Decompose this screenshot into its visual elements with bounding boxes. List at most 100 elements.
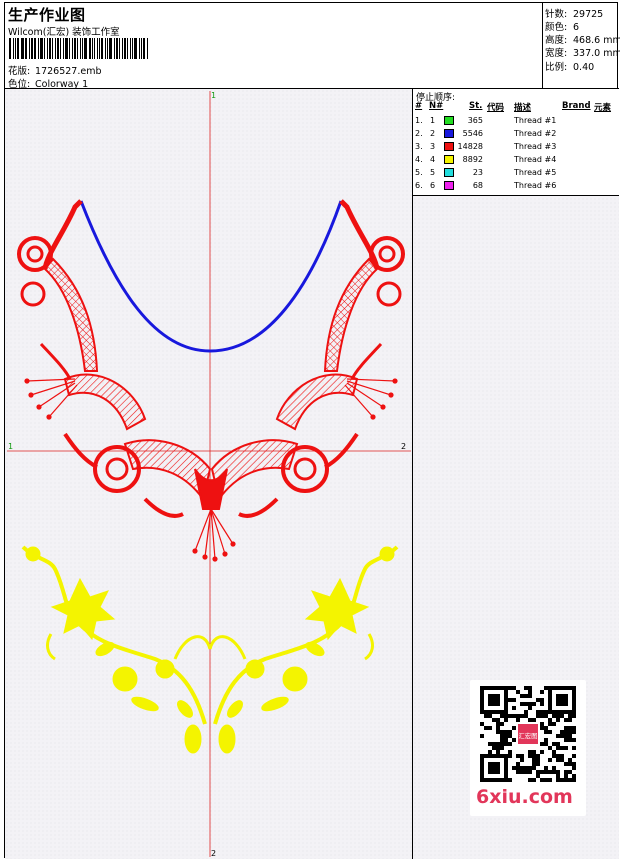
barcode-bar xyxy=(48,38,51,59)
barcode-bar xyxy=(139,38,141,59)
stat-scale-label: 比例: xyxy=(545,62,568,73)
barcode-bar xyxy=(91,38,93,59)
thread-description: Thread #4 xyxy=(514,155,557,164)
stat-stitches: 针数: 29725 xyxy=(545,6,603,20)
axis-top-label: 1 xyxy=(211,91,216,100)
color-swatch xyxy=(444,155,454,164)
barcode-bar xyxy=(34,38,37,59)
barcode-bar xyxy=(88,38,91,59)
barcode-bar xyxy=(9,38,11,59)
qr-code: 汇宏图 xyxy=(480,686,576,782)
company-name: Wilcom(汇宏) 装饰工作室 xyxy=(8,27,120,38)
column-header: 元素 xyxy=(594,103,612,113)
barcode-bar xyxy=(63,38,65,59)
barcode-bar xyxy=(114,38,115,59)
needle-number: 1 xyxy=(430,116,436,125)
barcode-bar xyxy=(118,38,120,59)
thread-row: 6. 6 68 Thread #6 xyxy=(413,180,619,193)
thread-row: 1. 1 365 Thread #1 xyxy=(413,115,619,128)
color-swatch xyxy=(444,181,454,190)
barcode-bar xyxy=(43,38,45,59)
barcode-bar xyxy=(115,38,118,59)
seal-text: 汇宏图 xyxy=(518,731,537,740)
color-swatch xyxy=(444,168,454,177)
stitch-count: 14828 xyxy=(457,142,483,151)
thread-description: Thread #1 xyxy=(514,116,557,125)
row-index: 2. xyxy=(415,129,423,138)
stat-width-value: 337.0 mm xyxy=(573,48,620,59)
barcode-bar xyxy=(14,38,16,59)
barcode-bar xyxy=(80,38,81,59)
barcode-bar xyxy=(143,38,146,59)
stat-height-label: 高度: xyxy=(545,35,568,46)
barcode-bar xyxy=(101,38,104,59)
column-header: 代码 xyxy=(487,103,505,113)
axis-left-label: 1 xyxy=(8,442,13,451)
table-header: # N# St. 代码 描述 Brand 元素 xyxy=(413,101,619,113)
page-title: 生产作业图 xyxy=(8,6,86,24)
barcode-bar xyxy=(56,38,59,59)
column-header: # xyxy=(415,101,423,111)
barcode-bar xyxy=(24,38,26,59)
barcode-bar xyxy=(26,38,28,59)
stat-width: 宽度: 337.0 mm xyxy=(545,45,620,59)
stat-colors: 颜色: 6 xyxy=(545,19,579,33)
row-index: 5. xyxy=(415,168,423,177)
color-swatch xyxy=(444,142,454,151)
stitch-count: 8892 xyxy=(462,155,483,164)
row-index: 4. xyxy=(415,155,423,164)
barcode-bar xyxy=(72,38,74,59)
column-header: Brand xyxy=(562,101,591,111)
colorway-row: 色位: Colorway 1 xyxy=(8,76,88,90)
header-info: 生产作业图 Wilcom(汇宏) 装饰工作室 花版: 1726527.emb 色… xyxy=(5,3,542,90)
barcode-bar xyxy=(29,38,31,59)
barcode-bar xyxy=(134,38,138,59)
thread-description: Thread #6 xyxy=(514,181,557,190)
barcode-bar xyxy=(40,38,43,59)
stitch-count: 23 xyxy=(472,168,483,177)
thread-description: Thread #5 xyxy=(514,168,557,177)
barcode-bar xyxy=(54,38,56,59)
barcode-bar xyxy=(147,38,149,59)
color-swatch xyxy=(444,129,454,138)
embroidery-design: 1 1 2 2 xyxy=(7,91,411,858)
barcode-bar xyxy=(131,38,134,59)
barcode-bar xyxy=(83,38,87,59)
barcode-bar xyxy=(59,38,62,59)
design-file-row: 花版: 1726527.emb xyxy=(8,63,102,77)
barcode-bar xyxy=(99,38,101,59)
barcode-bar xyxy=(46,38,48,59)
thread-row: 4. 4 8892 Thread #4 xyxy=(413,154,619,167)
red-collar-left xyxy=(17,199,212,518)
row-index: 3. xyxy=(415,142,423,151)
axis-bottom-label: 2 xyxy=(211,849,216,858)
stitch-count: 68 xyxy=(472,181,483,190)
stat-colors-label: 颜色: xyxy=(545,22,568,33)
barcode-bar xyxy=(81,38,83,59)
site-logo: 6xiu.com xyxy=(476,786,573,808)
needle-number: 6 xyxy=(430,181,436,190)
needle-number: 5 xyxy=(430,168,436,177)
column-header: St. xyxy=(469,101,483,111)
barcode-bar xyxy=(16,38,19,59)
design-stats: 针数: 29725 颜色: 6 高度: 468.6 mm 宽度: 337.0 mm 比例… xyxy=(542,3,620,89)
red-collar-right xyxy=(210,199,405,518)
stitch-count: 365 xyxy=(467,116,483,125)
column-header: 描述 xyxy=(514,103,532,113)
thread-row: 3. 3 14828 Thread #3 xyxy=(413,141,619,154)
color-swatch xyxy=(444,116,454,125)
barcode-bar xyxy=(141,38,143,59)
stat-scale-value: 0.40 xyxy=(573,62,595,73)
needle-number: 4 xyxy=(430,155,436,164)
barcode-bar xyxy=(129,38,131,59)
stat-height: 高度: 468.6 mm xyxy=(545,32,620,46)
stat-scale: 比例: 0.40 xyxy=(545,59,594,73)
barcode-bar xyxy=(31,38,34,59)
stat-stitches-label: 针数: xyxy=(545,9,568,20)
barcode-bar xyxy=(107,38,109,59)
thread-description: Thread #3 xyxy=(514,142,557,151)
design-canvas: 1 1 2 2 xyxy=(5,89,413,859)
thread-row: 5. 5 23 Thread #5 xyxy=(413,167,619,180)
colorway-label: 色位: xyxy=(8,79,31,90)
needle-number: 2 xyxy=(430,129,436,138)
